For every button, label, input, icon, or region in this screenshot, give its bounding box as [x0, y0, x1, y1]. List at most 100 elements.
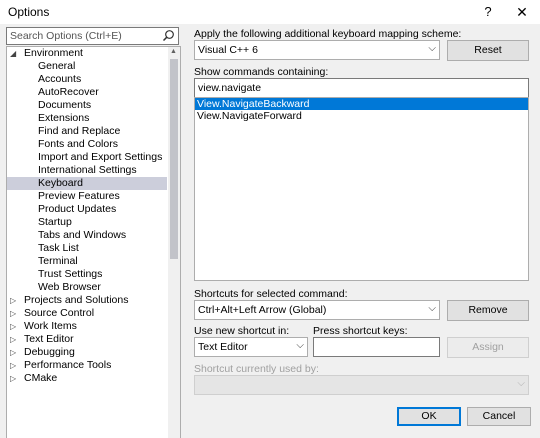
- tree-item-label: Text Editor: [24, 333, 74, 345]
- tree-item-label: AutoRecover: [38, 86, 99, 98]
- tree-item[interactable]: Documents: [7, 99, 167, 112]
- tree-item-label: Trust Settings: [38, 268, 103, 280]
- shortcut-value: Ctrl+Alt+Left Arrow (Global): [198, 304, 327, 316]
- tree-item[interactable]: ▷ Source Control: [7, 307, 167, 320]
- search-placeholder: Search Options (Ctrl+E): [10, 30, 122, 42]
- close-icon[interactable]: ✕: [507, 0, 537, 24]
- search-icon[interactable]: [162, 29, 175, 42]
- show-commands-input[interactable]: view.navigate: [194, 78, 529, 98]
- tree-item-label: Keyboard: [38, 177, 83, 189]
- reset-button[interactable]: Reset: [447, 40, 529, 61]
- collapsed-arrow-icon[interactable]: ▷: [10, 307, 20, 320]
- tree-item[interactable]: ▷ Debugging: [7, 346, 167, 359]
- tree-item-label: Task List: [38, 242, 79, 254]
- tree-item[interactable]: Extensions: [7, 112, 167, 125]
- options-tree[interactable]: ◢ Environment General Accounts AutoRecover Do…: [6, 46, 181, 438]
- scrollbar-thumb[interactable]: [170, 59, 178, 259]
- chevron-down-icon: ⌵: [517, 378, 525, 389]
- tree-item[interactable]: Accounts: [7, 73, 167, 86]
- chevron-down-icon: ⌵: [296, 340, 304, 351]
- scroll-up-icon[interactable]: ▲: [170, 48, 177, 55]
- use-shortcut-value: Text Editor: [198, 341, 248, 353]
- tree-item[interactable]: Fonts and Colors: [7, 138, 167, 151]
- tree-item[interactable]: ▷ Projects and Solutions: [7, 294, 167, 307]
- tree-item[interactable]: Trust Settings: [7, 268, 167, 281]
- tree-item-label: Environment: [24, 47, 83, 59]
- collapsed-arrow-icon[interactable]: ▷: [10, 320, 20, 333]
- tree-item-label: International Settings: [38, 164, 137, 176]
- tree-item-label: Fonts and Colors: [38, 138, 118, 150]
- tree-item-label: Work Items: [24, 320, 77, 332]
- press-shortcut-keys-input[interactable]: [313, 337, 440, 357]
- collapsed-arrow-icon[interactable]: ▷: [10, 359, 20, 372]
- chevron-down-icon: ⌵: [428, 43, 436, 54]
- command-list-item[interactable]: View.NavigateBackward: [195, 98, 528, 110]
- help-icon[interactable]: ?: [473, 0, 503, 24]
- ok-button[interactable]: OK: [397, 407, 461, 426]
- tree-item[interactable]: Web Browser: [7, 281, 167, 294]
- scheme-dropdown[interactable]: Visual C++ 6 ⌵: [194, 40, 440, 60]
- tree-item[interactable]: Product Updates: [7, 203, 167, 216]
- tree-item-label: Accounts: [38, 73, 82, 85]
- options-tree-list: ◢ Environment General Accounts AutoRecover Do…: [7, 47, 167, 385]
- press-keys-label: Press shortcut keys:: [313, 325, 408, 337]
- tree-item-label: Debugging: [24, 346, 75, 358]
- tree-item-label: Documents: [38, 99, 92, 111]
- tree-item[interactable]: ▷ CMake: [7, 372, 167, 385]
- window-title: Options: [8, 5, 50, 19]
- tree-item-label: Tabs and Windows: [38, 229, 127, 241]
- tree-item-label: Projects and Solutions: [24, 294, 129, 306]
- tree-item-label: Preview Features: [38, 190, 120, 202]
- tree-item[interactable]: International Settings: [7, 164, 167, 177]
- tree-item[interactable]: Terminal: [7, 255, 167, 268]
- tree-item[interactable]: Import and Export Settings: [7, 151, 167, 164]
- use-shortcut-label: Use new shortcut in:: [194, 325, 290, 337]
- collapsed-arrow-icon[interactable]: ▷: [10, 346, 20, 359]
- tree-item[interactable]: Find and Replace: [7, 125, 167, 138]
- tree-item-label: General: [38, 60, 76, 72]
- chevron-down-icon: ⌵: [428, 303, 436, 314]
- tree-item[interactable]: ▷ Performance Tools: [7, 359, 167, 372]
- tree-item[interactable]: AutoRecover: [7, 86, 167, 99]
- scheme-label: Apply the following additional keyboard …: [194, 28, 462, 40]
- tree-item-label: Extensions: [38, 112, 90, 124]
- shortcuts-dropdown[interactable]: Ctrl+Alt+Left Arrow (Global) ⌵: [194, 300, 440, 320]
- tree-item-label: Startup: [38, 216, 72, 228]
- commands-list[interactable]: View.NavigateBackward View.NavigateForwar…: [194, 97, 529, 281]
- tree-scrollbar[interactable]: ▲: [168, 47, 180, 438]
- cancel-button[interactable]: Cancel: [467, 407, 531, 426]
- tree-item[interactable]: Keyboard: [7, 177, 167, 190]
- scheme-value: Visual C++ 6: [198, 44, 258, 56]
- currently-used-label: Shortcut currently used by:: [194, 363, 319, 375]
- tree-item[interactable]: ◢ Environment: [7, 47, 167, 60]
- search-options-input[interactable]: Search Options (Ctrl+E): [6, 27, 179, 45]
- shortcuts-label: Shortcuts for selected command:: [194, 288, 348, 300]
- title-bar: Options ? ✕: [0, 0, 540, 24]
- collapsed-arrow-icon[interactable]: ▷: [10, 333, 20, 346]
- remove-button[interactable]: Remove: [447, 300, 529, 321]
- tree-item-label: Find and Replace: [38, 125, 121, 137]
- tree-item[interactable]: Startup: [7, 216, 167, 229]
- tree-item[interactable]: Preview Features: [7, 190, 167, 203]
- tree-item-label: Web Browser: [38, 281, 101, 293]
- collapsed-arrow-icon[interactable]: ▷: [10, 372, 20, 385]
- tree-item-label: Product Updates: [38, 203, 117, 215]
- tree-item[interactable]: Task List: [7, 242, 167, 255]
- command-list-item[interactable]: View.NavigateForward: [195, 110, 528, 122]
- show-commands-value: view.navigate: [198, 82, 262, 94]
- tree-item[interactable]: ▷ Text Editor: [7, 333, 167, 346]
- tree-item-label: Source Control: [24, 307, 95, 319]
- tree-item[interactable]: ▷ Work Items: [7, 320, 167, 333]
- expanded-arrow-icon[interactable]: ◢: [10, 47, 20, 60]
- tree-item-label: Performance Tools: [24, 359, 112, 371]
- tree-item[interactable]: Tabs and Windows: [7, 229, 167, 242]
- assign-button[interactable]: Assign: [447, 337, 529, 358]
- tree-item-label: Import and Export Settings: [38, 151, 163, 163]
- currently-used-dropdown[interactable]: ⌵: [194, 375, 529, 395]
- tree-item-label: Terminal: [38, 255, 78, 267]
- use-shortcut-dropdown[interactable]: Text Editor ⌵: [194, 337, 308, 357]
- show-commands-label: Show commands containing:: [194, 66, 329, 78]
- collapsed-arrow-icon[interactable]: ▷: [10, 294, 20, 307]
- tree-item-label: CMake: [24, 372, 58, 384]
- tree-item[interactable]: General: [7, 60, 167, 73]
